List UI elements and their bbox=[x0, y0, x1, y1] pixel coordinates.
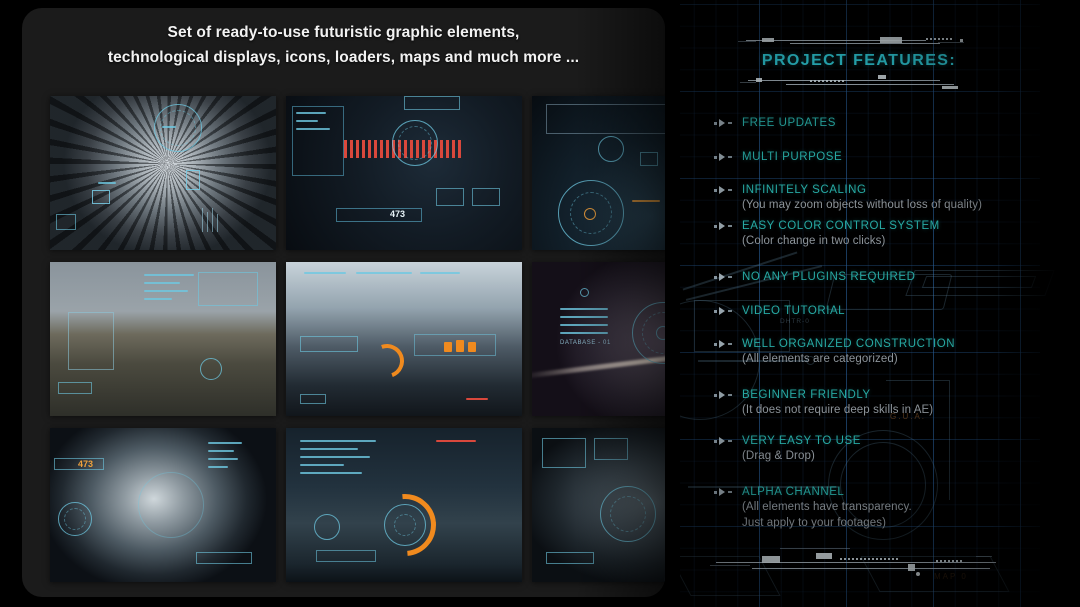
screenshot-root: Set of ready-to-use futuristic graphic e… bbox=[0, 0, 1080, 607]
feature-heading: VERY EASY TO USE bbox=[742, 435, 861, 447]
feature-subtext: (Drag & Drop) bbox=[742, 450, 815, 462]
feature-heading: ALPHA CHANNEL bbox=[742, 486, 845, 498]
triangle-play-icon bbox=[714, 221, 736, 232]
feature-heading: MULTI PURPOSE bbox=[742, 151, 843, 163]
feature-heading: VIDEO TUTORIAL bbox=[742, 305, 846, 317]
feature-item-infinitely-scaling[interactable]: INFINITELY SCALING (You may zoom objects… bbox=[680, 183, 982, 213]
tile-image bbox=[286, 262, 522, 416]
triangle-play-icon bbox=[714, 390, 736, 401]
features-panel: G.U.A. DHTR-0 MAP 0 PROJECT FEATURES: FR… bbox=[680, 0, 1080, 607]
preview-tile-woman-scanner-visor[interactable]: DATABASE - 01 Woman face scan with circu… bbox=[532, 262, 665, 416]
triangle-play-icon bbox=[714, 306, 736, 317]
tile-image bbox=[286, 96, 522, 250]
triangle-play-icon bbox=[714, 339, 736, 350]
triangle-play-icon bbox=[714, 272, 736, 283]
tile-image bbox=[286, 428, 522, 582]
tile-image bbox=[50, 428, 276, 582]
tile-image bbox=[50, 262, 276, 416]
triangle-play-icon bbox=[714, 487, 736, 498]
triangle-play-icon bbox=[714, 118, 736, 129]
feature-item-easy-color-control-system[interactable]: EASY COLOR CONTROL SYSTEM (Color change … bbox=[680, 219, 940, 249]
tile-image bbox=[532, 262, 665, 416]
headline: Set of ready-to-use futuristic graphic e… bbox=[22, 20, 665, 70]
hud-label-dhtr: DHTR-0 bbox=[780, 318, 810, 325]
preview-tile-megacity-loader[interactable]: Aerial megacity with orange circular loa… bbox=[286, 428, 522, 582]
feature-subtext: (Color change in two clicks) bbox=[742, 235, 886, 247]
feature-heading: INFINITELY SCALING bbox=[742, 184, 867, 196]
preview-tile-vr-headset-man[interactable]: 473 Man wearing VR headset with red data… bbox=[286, 96, 522, 250]
feature-subtext: (You may zoom objects without loss of qu… bbox=[742, 199, 983, 211]
feature-subtext: (It does not require deep skills in AE) bbox=[742, 404, 934, 416]
preview-tile-astronaut-helmet[interactable]: 473 Astronaut helmet close-up with HUD r… bbox=[50, 428, 276, 582]
feature-subtext: (All elements have transparency. bbox=[742, 501, 912, 513]
feature-item-multi-purpose[interactable]: MULTI PURPOSE bbox=[680, 150, 842, 164]
tile-image bbox=[532, 428, 665, 582]
feature-item-free-updates[interactable]: FREE UPDATES bbox=[680, 116, 836, 130]
feature-item-very-easy-to-use[interactable]: VERY EASY TO USE (Drag & Drop) bbox=[680, 434, 861, 464]
feature-item-no-any-plugins-required[interactable]: NO ANY PLUGINS REQUIRED bbox=[680, 270, 915, 284]
feature-item-video-tutorial[interactable]: VIDEO TUTORIAL bbox=[680, 304, 845, 318]
feature-heading: EASY COLOR CONTROL SYSTEM bbox=[742, 220, 940, 232]
triangle-play-icon bbox=[714, 436, 736, 447]
feature-item-well-organized-construction[interactable]: WELL ORGANIZED CONSTRUCTION (All element… bbox=[680, 337, 955, 367]
triangle-play-icon bbox=[714, 185, 736, 196]
feature-heading: WELL ORGANIZED CONSTRUCTION bbox=[742, 338, 956, 350]
preview-tile-night-skyline-towers[interactable]: Night city skyline towers with scanner r… bbox=[532, 96, 665, 250]
feature-item-alpha-channel[interactable]: ALPHA CHANNEL (All elements have transpa… bbox=[680, 485, 912, 530]
triangle-play-icon bbox=[714, 152, 736, 163]
preview-panel: Set of ready-to-use futuristic graphic e… bbox=[22, 8, 665, 597]
preview-image-grid: Tunnel walkway with HUD targeting overla… bbox=[50, 96, 665, 582]
feature-subtext: (All elements are categorized) bbox=[742, 353, 898, 365]
preview-tile-field-figure-hud[interactable]: Lone figure in field with HUD panels bbox=[50, 262, 276, 416]
headline-line-2: technological displays, icons, loaders, … bbox=[107, 49, 580, 66]
feature-heading: BEGINNER FRIENDLY bbox=[742, 389, 871, 401]
tile-image bbox=[50, 96, 276, 250]
features-title: PROJECT FEATURES: bbox=[761, 52, 957, 69]
feature-heading: NO ANY PLUGINS REQUIRED bbox=[742, 271, 916, 283]
preview-tile-street-crowd-hud[interactable]: Busy street crowd with HUD overlays bbox=[532, 428, 665, 582]
preview-tile-showroom-sportscar[interactable]: Sports car in showroom with data interfa… bbox=[286, 262, 522, 416]
feature-item-beginner-friendly[interactable]: BEGINNER FRIENDLY (It does not require d… bbox=[680, 388, 933, 418]
tile-image bbox=[532, 96, 665, 250]
feature-subtext: Just apply to your footages) bbox=[742, 516, 887, 529]
preview-tile-tunnel-walkway-hud[interactable]: Tunnel walkway with HUD targeting overla… bbox=[50, 96, 276, 250]
feature-heading: FREE UPDATES bbox=[742, 117, 836, 129]
headline-line-1: Set of ready-to-use futuristic graphic e… bbox=[167, 24, 520, 41]
